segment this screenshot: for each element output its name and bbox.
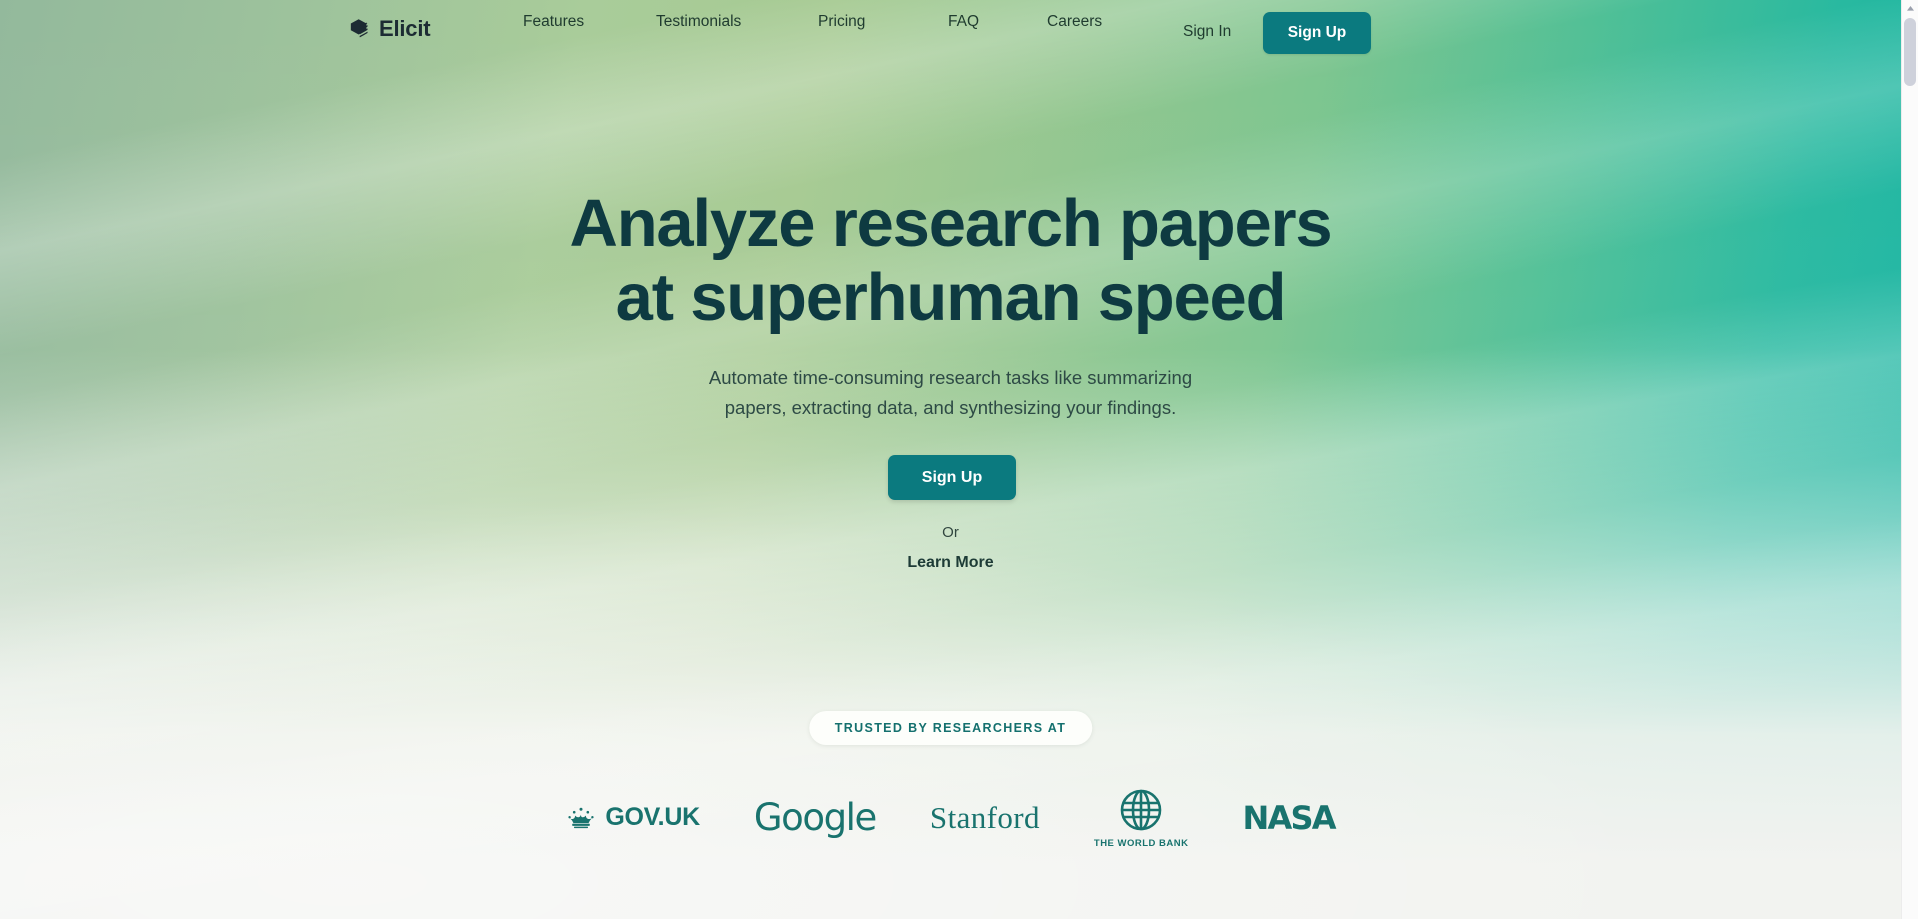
- hero-subtitle-line1: Automate time-consuming research tasks l…: [708, 367, 1193, 388]
- site-header: Elicit Features Testimonials Pricing FAQ…: [0, 0, 1901, 64]
- nav-item-careers[interactable]: Careers: [1047, 12, 1102, 32]
- trusted-badge-label: TRUSTED BY RESEARCHERS AT: [834, 721, 1067, 735]
- logo-google: Google: [753, 796, 877, 839]
- vertical-scrollbar[interactable]: [1901, 0, 1918, 919]
- or-divider-label: Or: [942, 524, 959, 541]
- logo-world-bank-label: THE WORLD BANK: [1093, 838, 1189, 849]
- logo-google-label: Google: [753, 796, 877, 839]
- logo-world-bank: THE WORLD BANK: [1094, 786, 1189, 849]
- brand-logo[interactable]: Elicit: [348, 16, 431, 41]
- trusted-badge: TRUSTED BY RESEARCHERS AT: [808, 711, 1093, 745]
- hero-title-line1: Analyze research papers: [569, 186, 1333, 261]
- nav-item-testimonials[interactable]: Testimonials: [656, 12, 741, 32]
- page-root: Elicit Features Testimonials Pricing FAQ…: [0, 0, 1901, 919]
- logo-stanford-label: Stanford: [929, 799, 1040, 835]
- logo-nasa-label: NASA: [1242, 798, 1337, 837]
- sign-in-link[interactable]: Sign In: [1183, 22, 1231, 42]
- logo-stanford: Stanford: [930, 800, 1040, 836]
- globe-icon: [1120, 789, 1162, 831]
- nav-item-faq[interactable]: FAQ: [948, 12, 979, 32]
- learn-more-link[interactable]: Learn More: [0, 554, 1901, 572]
- hero-title-line2: at superhuman speed: [615, 260, 1287, 335]
- scrollbar-thumb[interactable]: [1904, 18, 1916, 86]
- stacked-books-logo-icon: [350, 19, 368, 38]
- page-title: Analyze research papers at superhuman sp…: [0, 187, 1901, 335]
- hero-subtitle-line2: papers, extracting data, and synthesizin…: [724, 397, 1177, 418]
- sign-up-button-hero[interactable]: Sign Up: [888, 455, 1016, 500]
- brand-name: Elicit: [379, 16, 431, 41]
- logo-gov-uk-label: GOV.UK: [605, 803, 700, 831]
- logo-gov-uk: GOV.UK: [566, 803, 700, 832]
- logo-nasa: NASA: [1242, 798, 1337, 837]
- sign-up-button-header[interactable]: Sign Up: [1263, 12, 1371, 54]
- nav-item-pricing[interactable]: Pricing: [818, 12, 865, 32]
- chevron-up-icon: [1906, 6, 1914, 11]
- scroll-up-button[interactable]: [1902, 0, 1918, 17]
- hero-subtitle: Automate time-consuming research tasks l…: [0, 363, 1901, 423]
- trusted-logo-row: GOV.UK Google Stanford THE WORLD BANK NA…: [0, 786, 1901, 849]
- nav-item-features[interactable]: Features: [523, 12, 584, 32]
- crown-icon: [568, 807, 594, 828]
